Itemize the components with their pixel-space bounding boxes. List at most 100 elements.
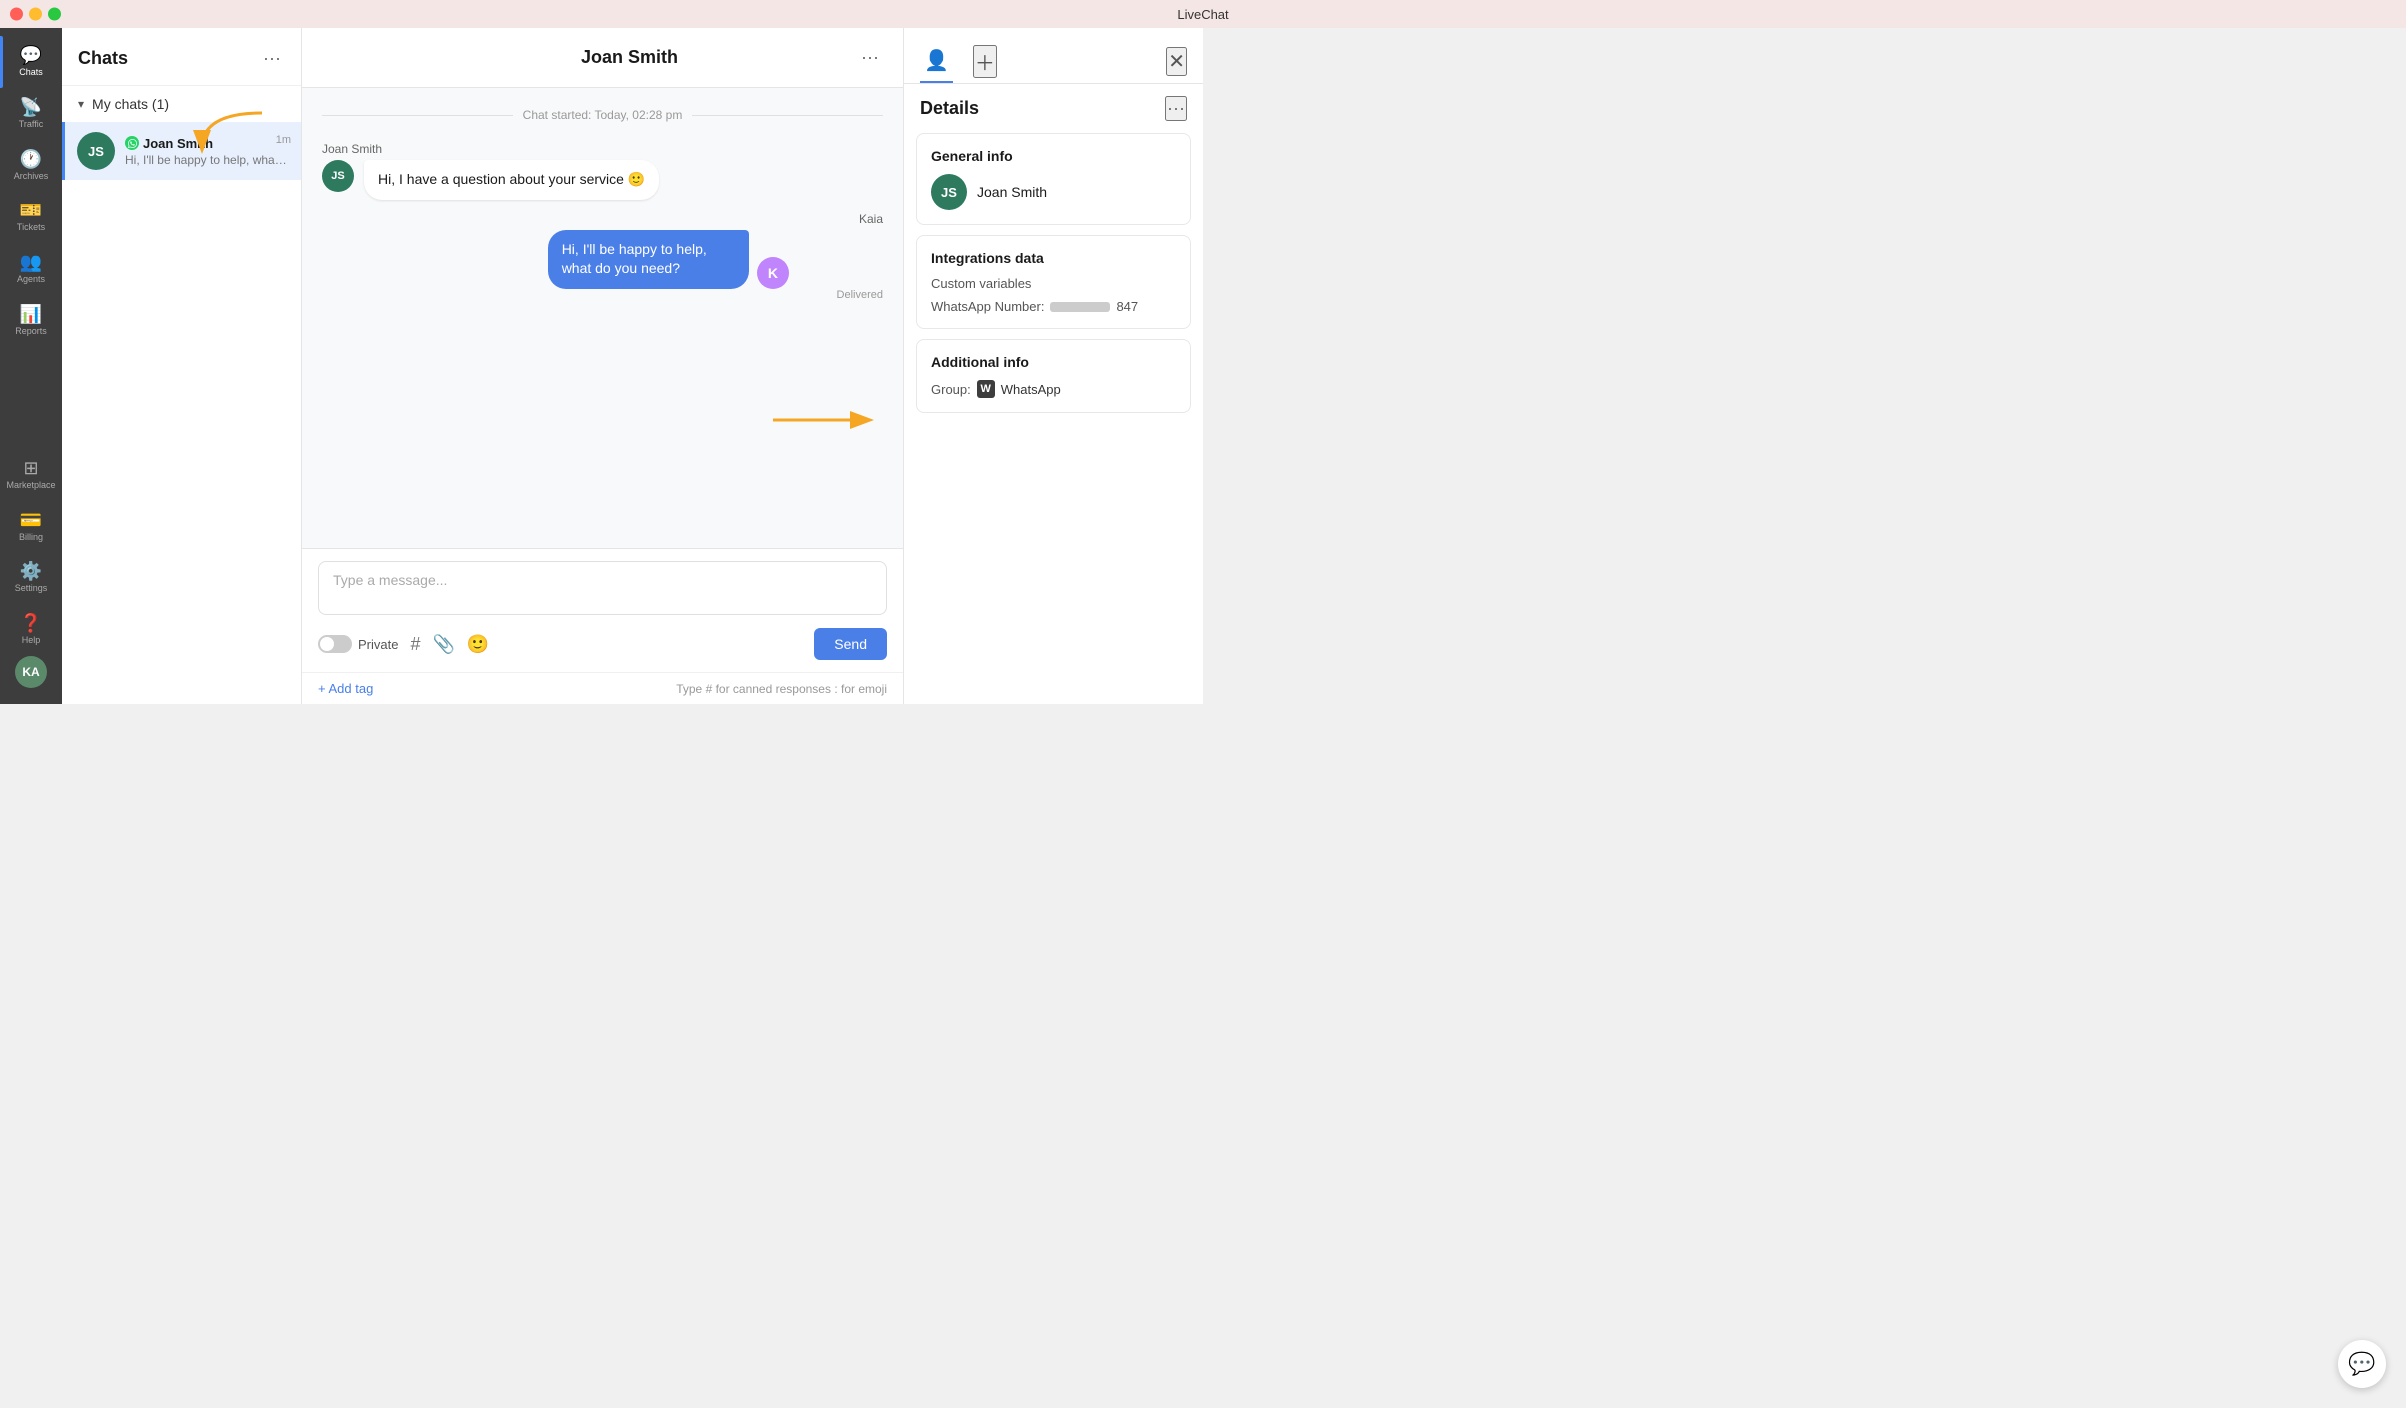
user-avatar[interactable]: KA — [15, 656, 47, 688]
chat-bubble-icon: 💬 — [2348, 1351, 2375, 1377]
archives-nav-label: Archives — [14, 171, 49, 182]
chats-nav-label: Chats — [19, 67, 43, 78]
general-info-section: General info JS Joan Smith — [916, 133, 1191, 225]
sidebar-item-settings[interactable]: ⚙️ Settings — [0, 552, 62, 604]
message-row-incoming: JS Hi, I have a question about your serv… — [322, 160, 883, 200]
send-button[interactable]: Send — [814, 628, 887, 660]
delivered-status: Delivered — [837, 289, 883, 301]
chat-footer: + Add tag Type # for canned responses : … — [302, 672, 903, 704]
person-icon: 👤 — [924, 50, 949, 72]
sidebar-item-reports[interactable]: 📊 Reports — [0, 295, 62, 347]
tickets-nav-label: Tickets — [17, 222, 45, 233]
emoji-icon[interactable]: 🙂 — [467, 634, 489, 655]
group-row: Group: W WhatsApp — [931, 380, 1176, 398]
add-panel-button[interactable]: ＋ — [973, 45, 997, 78]
custom-variables-label: Custom variables — [931, 276, 1176, 291]
my-chats-label: My chats (1) — [92, 96, 169, 112]
message-bubble-incoming: Hi, I have a question about your service… — [364, 160, 659, 200]
chat-list-header: Chats ··· — [62, 28, 301, 86]
chevron-down-icon: ▾ — [78, 97, 84, 111]
titlebar-controls[interactable] — [10, 8, 61, 21]
help-nav-label: Help — [22, 635, 41, 646]
reports-icon: 📊 — [20, 305, 42, 323]
sidebar-item-chats[interactable]: 💬 Chats — [0, 36, 62, 88]
chat-more-button[interactable]: ··· — [857, 43, 883, 72]
my-chats-header[interactable]: ▾ My chats (1) — [62, 86, 301, 122]
group-icon-letter: W — [981, 383, 991, 395]
agent-msg-row: Hi, I'll be happy to help, what do you n… — [548, 230, 883, 289]
close-button[interactable] — [10, 8, 23, 21]
chat-item-time: 1m — [276, 134, 291, 146]
sidebar-item-traffic[interactable]: 📡 Traffic — [0, 88, 62, 140]
marketplace-nav-label: Marketplace — [6, 480, 55, 491]
right-panel: 👤 ＋ ✕ Details ··· General info JS Joan S… — [903, 28, 1203, 704]
detail-name: Joan Smith — [977, 184, 1047, 200]
help-icon: ❓ — [20, 614, 42, 632]
message-bubble-outgoing: Hi, I'll be happy to help, what do you n… — [548, 230, 749, 289]
sidebar-item-marketplace[interactable]: ⊞ Marketplace — [0, 449, 62, 501]
attachment-icon[interactable]: 📎 — [432, 634, 454, 655]
sidebar-item-agents[interactable]: 👥 Agents — [0, 243, 62, 295]
titlebar: LiveChat — [0, 0, 2406, 28]
app-title: LiveChat — [1177, 7, 1228, 22]
archives-icon: 🕐 — [20, 150, 42, 168]
hashtag-icon[interactable]: # — [410, 634, 420, 655]
group-name: WhatsApp — [1001, 382, 1061, 397]
settings-icon: ⚙️ — [20, 562, 42, 580]
whatsapp-number-row: WhatsApp Number: 847 — [931, 299, 1176, 314]
input-toolbar: Private # 📎 🙂 Send — [318, 628, 887, 660]
agent-avatar: K — [757, 257, 789, 289]
traffic-nav-label: Traffic — [19, 119, 44, 130]
chat-list-more-button[interactable]: ··· — [259, 44, 285, 73]
settings-nav-label: Settings — [15, 583, 48, 594]
message-avatar-js: JS — [322, 160, 354, 192]
maximize-button[interactable] — [48, 8, 61, 21]
minimize-button[interactable] — [29, 8, 42, 21]
toggle-switch[interactable] — [318, 635, 352, 653]
message-input-area: Private # 📎 🙂 Send — [302, 548, 903, 672]
chat-list-item[interactable]: JS Joan Smith Hi, I'll be happy to help,… — [62, 122, 301, 180]
billing-nav-label: Billing — [19, 532, 43, 543]
whatsapp-number-label: WhatsApp Number: — [931, 299, 1044, 314]
close-panel-button[interactable]: ✕ — [1166, 47, 1187, 76]
sidebar-item-tickets[interactable]: 🎫 Tickets — [0, 191, 62, 243]
integrations-data-title: Integrations data — [931, 250, 1176, 266]
floating-chat-button[interactable]: 💬 — [2338, 1340, 2386, 1388]
right-panel-title: Details — [920, 98, 979, 119]
detail-avatar: JS — [931, 174, 967, 210]
general-info-title: General info — [931, 148, 1176, 164]
footer-hint: Type # for canned responses : for emoji — [676, 682, 887, 696]
masked-number — [1050, 302, 1110, 312]
add-tag-button[interactable]: + Add tag — [318, 681, 373, 696]
whatsapp-icon — [125, 136, 139, 150]
agent-name: Kaia — [859, 212, 883, 226]
agents-nav-label: Agents — [17, 274, 45, 285]
message-sender-name: Joan Smith — [322, 142, 883, 156]
private-label: Private — [358, 637, 398, 652]
reports-nav-label: Reports — [15, 326, 47, 337]
sidebar-item-billing[interactable]: 💳 Billing — [0, 501, 62, 553]
agents-icon: 👥 — [20, 253, 42, 271]
private-toggle[interactable]: Private — [318, 635, 398, 653]
tab-details[interactable]: 👤 — [920, 40, 953, 83]
chat-item-name: Joan Smith — [143, 136, 213, 151]
chat-main: Joan Smith ··· Chat started: Today, 02:2… — [302, 28, 903, 704]
chat-item-info: Joan Smith Hi, I'll be happy to help, wh… — [125, 136, 289, 167]
panel-more-button[interactable]: ··· — [1165, 96, 1187, 121]
chat-header: Joan Smith ··· — [302, 28, 903, 88]
general-info-row: JS Joan Smith — [931, 174, 1176, 210]
chat-start-indicator: Chat started: Today, 02:28 pm — [322, 108, 883, 122]
chat-start-text: Chat started: Today, 02:28 pm — [523, 108, 683, 122]
sidebar-item-help[interactable]: ❓ Help — [0, 604, 62, 656]
chat-item-preview: Hi, I'll be happy to help, what do ... — [125, 153, 289, 167]
tickets-icon: 🎫 — [20, 201, 42, 219]
chat-header-title: Joan Smith — [581, 47, 678, 68]
right-panel-tabs: 👤 ＋ ✕ — [904, 28, 1203, 84]
message-input[interactable] — [318, 561, 887, 615]
group-label: Group: — [931, 382, 971, 397]
sidebar-item-archives[interactable]: 🕐 Archives — [0, 140, 62, 192]
marketplace-icon: ⊞ — [23, 459, 38, 477]
additional-info-title: Additional info — [931, 354, 1176, 370]
message-group-incoming: Joan Smith JS Hi, I have a question abou… — [322, 142, 883, 200]
chat-list-panel: Chats ··· ▾ My chats (1) JS — [62, 28, 302, 704]
